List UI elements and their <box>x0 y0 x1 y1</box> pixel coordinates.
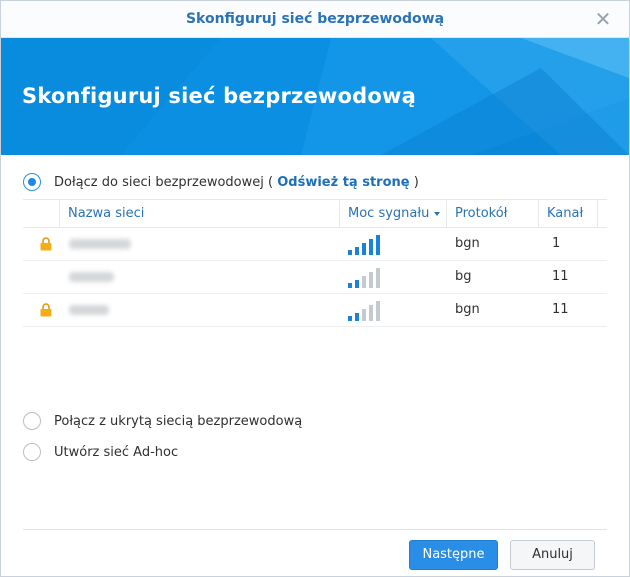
table-row[interactable]: bgn 11 <box>23 294 607 327</box>
hidden-network-radio[interactable] <box>23 412 41 430</box>
network-table: Nazwa sieci Moc sygnału Protokół Kanał b… <box>23 199 607 327</box>
channel-cell: 11 <box>552 302 569 317</box>
paren-open: ( <box>268 174 274 190</box>
banner-title: Skonfiguruj sieć bezprzewodową <box>22 84 416 108</box>
protocol-cell: bg <box>455 269 472 284</box>
channel-cell: 11 <box>552 269 569 284</box>
wifi-signal-bars-icon <box>348 268 380 288</box>
protocol-cell: bgn <box>455 236 480 251</box>
table-row[interactable]: bg 11 <box>23 261 607 294</box>
wifi-signal-bars-icon <box>348 301 380 321</box>
hidden-network-label: Połącz z ukrytą siecią bezprzewodową <box>54 413 303 429</box>
title-bar[interactable]: Skonfiguruj sieć bezprzewodową ✕ <box>1 1 629 38</box>
protocol-cell: bgn <box>455 302 480 317</box>
join-network-radio[interactable] <box>23 173 41 191</box>
join-network-label: Dołącz do sieci bezprzewodowej <box>54 174 264 190</box>
column-header-channel[interactable]: Kanał <box>538 200 598 227</box>
adhoc-network-radio[interactable] <box>23 443 41 461</box>
header-banner: Skonfiguruj sieć bezprzewodową <box>1 38 629 155</box>
padlock-icon <box>40 237 52 251</box>
channel-cell: 1 <box>552 236 561 251</box>
next-button[interactable]: Następne <box>409 540 498 570</box>
footer-divider <box>23 529 607 530</box>
sort-desc-icon <box>434 211 441 216</box>
window-title: Skonfiguruj sieć bezprzewodową <box>185 11 445 27</box>
paren-close: ) <box>413 174 419 190</box>
adhoc-network-option[interactable]: Utwórz sieć Ad-hoc <box>23 442 178 462</box>
refresh-page-link[interactable]: Odśwież tą stronę <box>277 175 409 190</box>
cancel-button[interactable]: Anuluj <box>510 540 595 570</box>
column-header-signal-label: Moc sygnału <box>348 206 430 221</box>
network-name-redacted <box>69 305 109 315</box>
join-network-option[interactable]: Dołącz do sieci bezprzewodowej ( Odśwież… <box>23 172 419 192</box>
lock-column-header <box>23 200 59 227</box>
table-header: Nazwa sieci Moc sygnału Protokół Kanał <box>23 199 607 228</box>
network-name-redacted <box>69 239 131 249</box>
wifi-signal-bars-icon <box>348 235 380 255</box>
hidden-network-option[interactable]: Połącz z ukrytą siecią bezprzewodową <box>23 411 302 431</box>
network-name-redacted <box>69 272 114 282</box>
wireless-config-dialog: Skonfiguruj sieć bezprzewodową ✕ Skonfig… <box>0 0 630 577</box>
table-row[interactable]: bgn 1 <box>23 228 607 261</box>
column-header-signal[interactable]: Moc sygnału <box>339 200 446 227</box>
column-header-name[interactable]: Nazwa sieci <box>59 200 339 227</box>
padlock-icon <box>40 303 52 317</box>
close-icon[interactable]: ✕ <box>593 9 613 29</box>
adhoc-network-label: Utwórz sieć Ad-hoc <box>54 444 179 460</box>
column-header-protocol[interactable]: Protokół <box>446 200 538 227</box>
